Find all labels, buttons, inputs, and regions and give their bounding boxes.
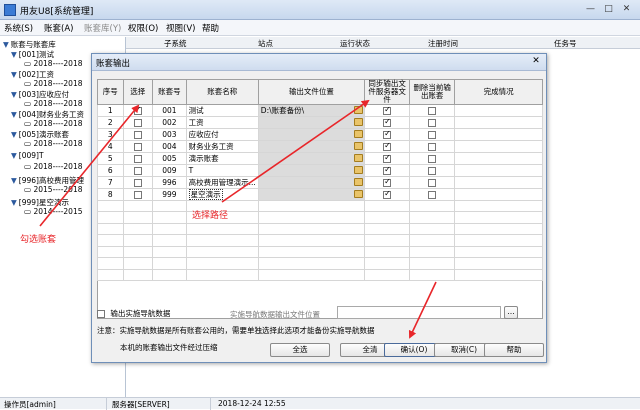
arrow-to-path-folder bbox=[221, 99, 370, 203]
arrow-to-select-checkbox bbox=[39, 104, 140, 227]
annotation-arrows bbox=[39, 99, 437, 339]
arrow-to-ok-button bbox=[408, 281, 437, 339]
